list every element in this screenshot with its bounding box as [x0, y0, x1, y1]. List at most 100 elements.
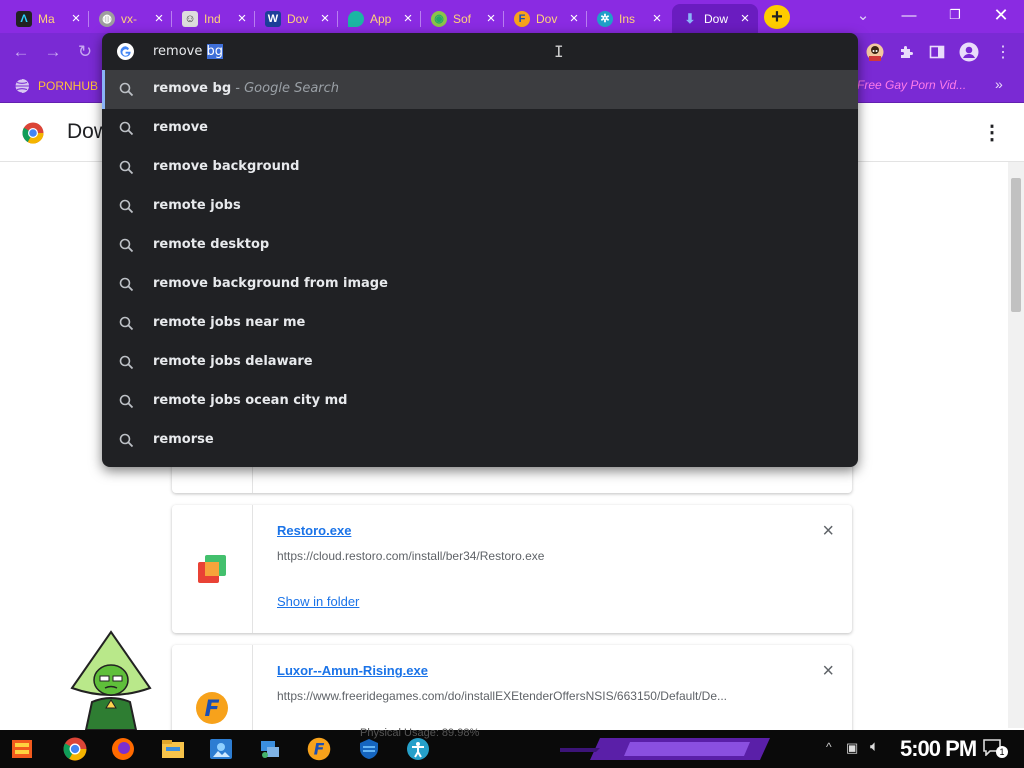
freeride-icon: F — [195, 691, 229, 730]
tab-6[interactable]: ◉ Sof × — [421, 4, 504, 33]
extensions-puzzle-icon[interactable] — [895, 41, 917, 63]
google-g-icon — [117, 43, 134, 65]
close-tab-icon[interactable]: × — [484, 11, 498, 26]
close-tab-icon[interactable]: × — [69, 11, 83, 26]
tab-title: Ind — [204, 11, 221, 26]
close-window-icon[interactable]: ✕ — [978, 0, 1024, 30]
tab-9-active[interactable]: ⬇ Dow × — [672, 4, 758, 33]
shield-app-icon[interactable] — [354, 735, 384, 763]
forward-icon[interactable]: → — [42, 41, 64, 63]
photos-app-icon[interactable] — [206, 735, 236, 763]
page-menu-icon[interactable]: ⋮ — [982, 120, 1002, 145]
accessibility-app-icon[interactable] — [403, 735, 433, 763]
bookmark-label: PORNHUB — [38, 79, 99, 93]
suggestion-text: remove bg - Google Search — [153, 81, 339, 96]
suggestion-row[interactable]: remote jobs delaware — [102, 343, 858, 382]
back-icon[interactable]: ← — [10, 41, 32, 63]
tab-2[interactable]: ◍ vx- × — [89, 4, 172, 33]
show-hidden-icons-chevron-icon[interactable]: ^ — [826, 740, 832, 754]
browser-menu-icon[interactable]: ⋮ — [992, 41, 1014, 63]
reload-icon[interactable]: ↻ — [74, 41, 96, 63]
tab-title: vx- — [121, 11, 137, 26]
suggestion-text: remote jobs ocean city md — [153, 393, 348, 408]
network-icon[interactable]: ▣ — [846, 740, 858, 756]
search-icon — [119, 199, 134, 214]
bookmarks-overflow-icon[interactable]: » — [995, 76, 1003, 92]
omnibox-dropdown: remove bg I remove bg - Google Search re… — [102, 33, 858, 467]
tab-5[interactable]: App × — [338, 4, 421, 33]
bookmark-pornhub[interactable]: PORNHUB — [14, 78, 98, 94]
suggestion-row[interactable]: remove — [102, 109, 858, 148]
start-button-icon[interactable] — [8, 735, 38, 763]
tab-3[interactable]: ☺ Ind × — [172, 4, 255, 33]
suggestion-text: remove — [153, 120, 208, 135]
card-divider — [252, 505, 253, 633]
download-card-restoro: Restoro.exe https://cloud.restoro.com/in… — [172, 505, 852, 633]
search-icon — [119, 355, 134, 370]
robot-icon: ☺ — [182, 10, 198, 27]
tab-4[interactable]: W Dov × — [255, 4, 338, 33]
chrome-logo-icon — [22, 122, 44, 149]
tab-1[interactable]: Λ Ma × — [6, 4, 89, 33]
suggestion-row[interactable]: remote jobs — [102, 187, 858, 226]
text-cursor-icon: I — [554, 42, 564, 61]
tab-7[interactable]: F Dov × — [504, 4, 587, 33]
download-filename-link[interactable]: Luxor--Amun-Rising.exe — [277, 663, 428, 678]
close-tab-icon[interactable]: × — [650, 11, 664, 26]
firefox-taskbar-icon[interactable] — [108, 735, 138, 763]
suggestion-row[interactable]: remote jobs near me — [102, 304, 858, 343]
bookmark-label: Free Gay Porn Vid... — [857, 78, 967, 92]
search-icon — [119, 121, 134, 136]
account-icon[interactable] — [958, 41, 980, 63]
notification-center-icon[interactable]: 1 — [982, 738, 1008, 760]
address-bar[interactable]: remove bg I — [102, 33, 858, 70]
close-tab-icon[interactable]: × — [401, 11, 415, 26]
close-tab-icon[interactable]: × — [318, 11, 332, 26]
suggestion-row[interactable]: remove background — [102, 148, 858, 187]
close-tab-icon[interactable]: × — [152, 11, 166, 26]
side-panel-icon[interactable] — [926, 41, 948, 63]
remove-download-icon[interactable]: × — [822, 661, 834, 681]
a-logo-icon: Λ — [16, 10, 32, 27]
suggestion-row[interactable]: remote desktop — [102, 226, 858, 265]
page-scrollbar[interactable] — [1008, 162, 1024, 728]
suggestion-text: remote jobs near me — [153, 315, 306, 330]
file-explorer-icon[interactable] — [158, 735, 188, 763]
suggestion-row[interactable]: remove background from image — [102, 265, 858, 304]
suggestion-text: remote jobs delaware — [153, 354, 313, 369]
search-icon — [119, 433, 134, 448]
minimize-icon[interactable]: — — [886, 0, 932, 30]
profile-avatar-icon[interactable] — [864, 41, 886, 63]
close-tab-icon[interactable]: × — [235, 11, 249, 26]
control-panel-icon[interactable] — [256, 735, 286, 763]
remove-download-icon[interactable]: × — [822, 521, 834, 541]
taskbar-clock[interactable]: 5:00 PM — [900, 736, 977, 762]
download-icon: ⬇ — [684, 10, 696, 26]
close-tab-icon[interactable]: × — [567, 11, 581, 26]
freeride-taskbar-icon[interactable]: F — [304, 735, 334, 763]
tab-title: Dov — [287, 11, 309, 26]
scrollbar-thumb[interactable] — [1011, 178, 1021, 312]
tab-search-chevron-icon[interactable]: ⌄ — [840, 0, 886, 30]
suggestion-row[interactable]: remote jobs ocean city md — [102, 382, 858, 421]
search-icon — [119, 277, 134, 292]
volume-icon[interactable]: 🔈︎ — [870, 738, 879, 755]
download-filename-link[interactable]: Restoro.exe — [277, 523, 351, 538]
tab-8[interactable]: ✲ Ins × — [587, 4, 670, 33]
close-tab-icon[interactable]: × — [738, 11, 752, 26]
chrome-taskbar-icon[interactable] — [60, 735, 90, 763]
suggestion-row[interactable]: remorse — [102, 421, 858, 460]
restoro-icon — [195, 552, 229, 591]
suggestion-suffix: - Google Search — [231, 81, 340, 96]
suggestion-text: remorse — [153, 432, 214, 447]
show-in-folder-link[interactable]: Show in folder — [277, 594, 359, 609]
search-icon — [119, 394, 134, 409]
suggestion-row-selected[interactable]: remove bg - Google Search — [102, 70, 858, 109]
new-tab-button[interactable]: + — [764, 5, 790, 29]
tab-title: Dow — [704, 11, 729, 26]
restore-icon[interactable]: ❐ — [932, 0, 978, 30]
bookmark-free-gay-porn[interactable]: Free Gay Porn Vid... — [857, 78, 966, 92]
omnibox-text[interactable]: remove bg — [153, 44, 224, 59]
search-icon — [119, 316, 134, 331]
tab-title: Sof — [453, 11, 472, 26]
